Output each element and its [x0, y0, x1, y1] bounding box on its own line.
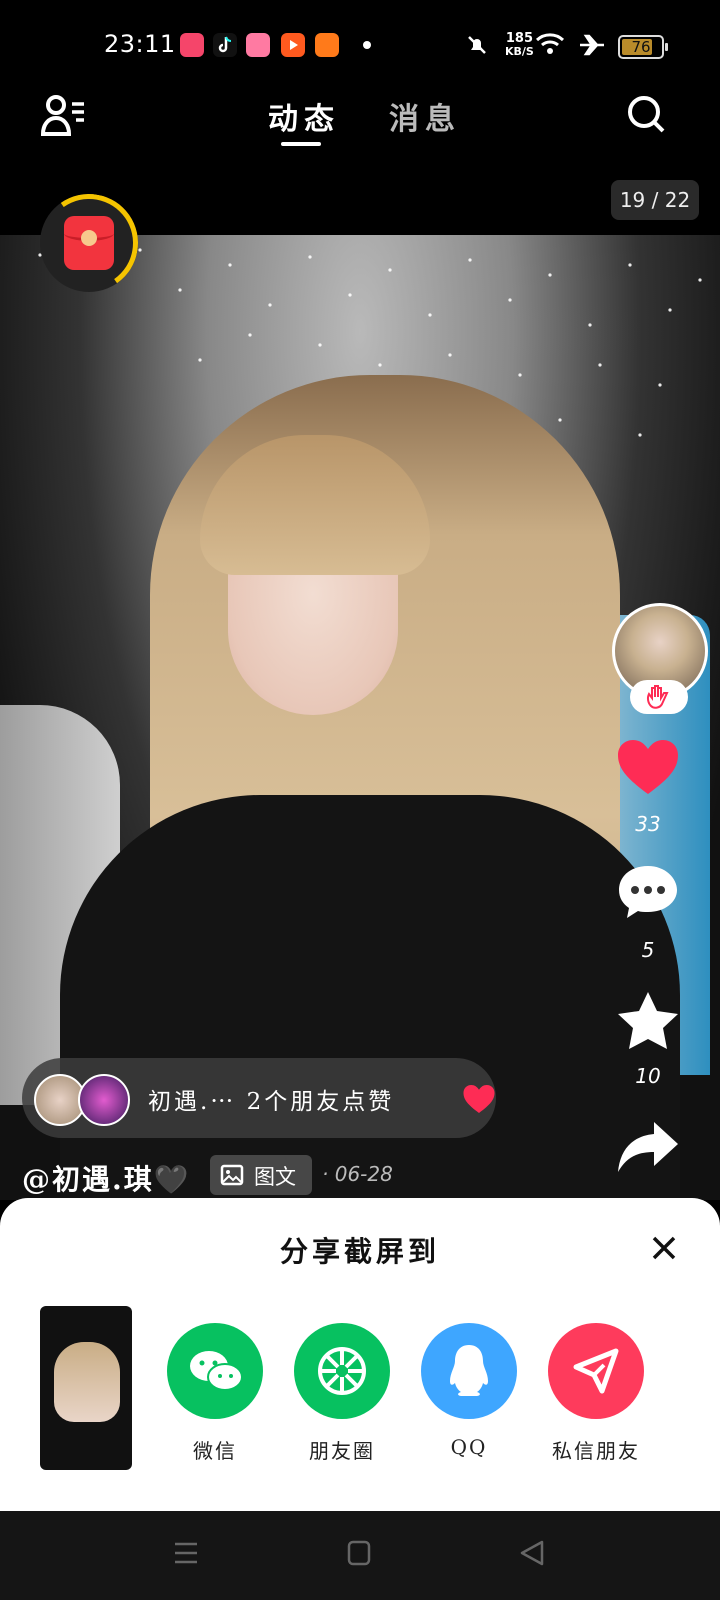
greet-button[interactable]: [630, 680, 688, 714]
search-icon[interactable]: [626, 94, 666, 134]
share-screenshot-sheet: 分享截屏到 微信 朋友圈 QQ 私信朋友: [0, 1198, 720, 1511]
video-app-icon: [281, 33, 305, 57]
back-nav-icon[interactable]: [518, 1539, 546, 1567]
menu-nav-icon[interactable]: [172, 1539, 200, 1567]
comment-icon[interactable]: [616, 862, 680, 922]
screenshot-thumbnail[interactable]: [40, 1306, 132, 1470]
wifi-icon: [535, 33, 565, 54]
tab-messages[interactable]: 消息: [389, 94, 461, 138]
red-envelope-icon: [64, 216, 114, 270]
share-moments-button[interactable]: [294, 1323, 390, 1419]
share-qq-button[interactable]: [421, 1323, 517, 1419]
friends-liked-bar[interactable]: 初遇.⋯ 2个朋友点赞: [22, 1058, 496, 1138]
post-type-tag: 图文: [210, 1155, 312, 1195]
like-count: 33: [635, 812, 661, 836]
post-image[interactable]: [0, 235, 720, 1200]
share-moments-label: 朋友圈: [309, 1439, 375, 1463]
share-wechat-button[interactable]: [167, 1323, 263, 1419]
bilibili-icon: [246, 33, 270, 57]
post-date: · 06-28: [322, 1162, 393, 1186]
comment-count: 5: [641, 938, 655, 962]
subject-clothing: [60, 795, 680, 1200]
author-name[interactable]: @初遇.琪🖤: [22, 1158, 191, 1198]
share-wechat-label: 微信: [193, 1439, 237, 1463]
friend-avatar: [78, 1074, 130, 1126]
store-app-icon: [315, 33, 339, 57]
red-envelope-button[interactable]: [32, 186, 146, 300]
share-direct-message-label: 私信朋友: [552, 1439, 640, 1463]
share-qq-label: QQ: [450, 1435, 488, 1459]
tab-dynamics[interactable]: 动态: [268, 94, 340, 138]
notification-dot: [363, 41, 371, 49]
clock: 23:11: [104, 30, 176, 58]
share-direct-message-button[interactable]: [548, 1323, 644, 1419]
home-nav-icon[interactable]: [346, 1539, 372, 1567]
active-tab-indicator: [281, 142, 321, 146]
qq-icon: [450, 1345, 488, 1396]
music-app-icon: [180, 33, 204, 57]
network-speed: 185 KB/S: [505, 31, 534, 58]
mute-icon: [468, 36, 486, 54]
sheet-title: 分享截屏到: [279, 1235, 440, 1268]
favorite-star-icon[interactable]: [616, 990, 680, 1052]
favorite-count: 10: [635, 1064, 661, 1088]
moments-icon: [318, 1347, 366, 1395]
image-text-icon: [220, 1164, 244, 1186]
profile-menu-icon[interactable]: [40, 94, 86, 136]
airplane-icon: [580, 34, 604, 56]
close-icon[interactable]: [650, 1234, 678, 1262]
liked-heart-icon: [463, 1085, 495, 1113]
share-arrow-icon[interactable]: [616, 1118, 680, 1174]
wechat-icon: [190, 1351, 243, 1391]
battery-indicator: 76: [618, 35, 668, 59]
wave-hand-icon: [646, 685, 669, 709]
image-counter: 19 / 22: [611, 180, 699, 220]
status-bar: 23:11 185 KB/S 76: [0, 0, 720, 90]
send-icon: [573, 1348, 619, 1394]
system-nav-bar: [0, 1511, 720, 1600]
tiktok-icon: [213, 33, 237, 57]
like-heart-icon[interactable]: [616, 738, 680, 796]
friends-liked-text: 初遇.⋯ 2个朋友点赞: [148, 1089, 395, 1115]
top-nav: 动态 消息: [0, 86, 720, 156]
